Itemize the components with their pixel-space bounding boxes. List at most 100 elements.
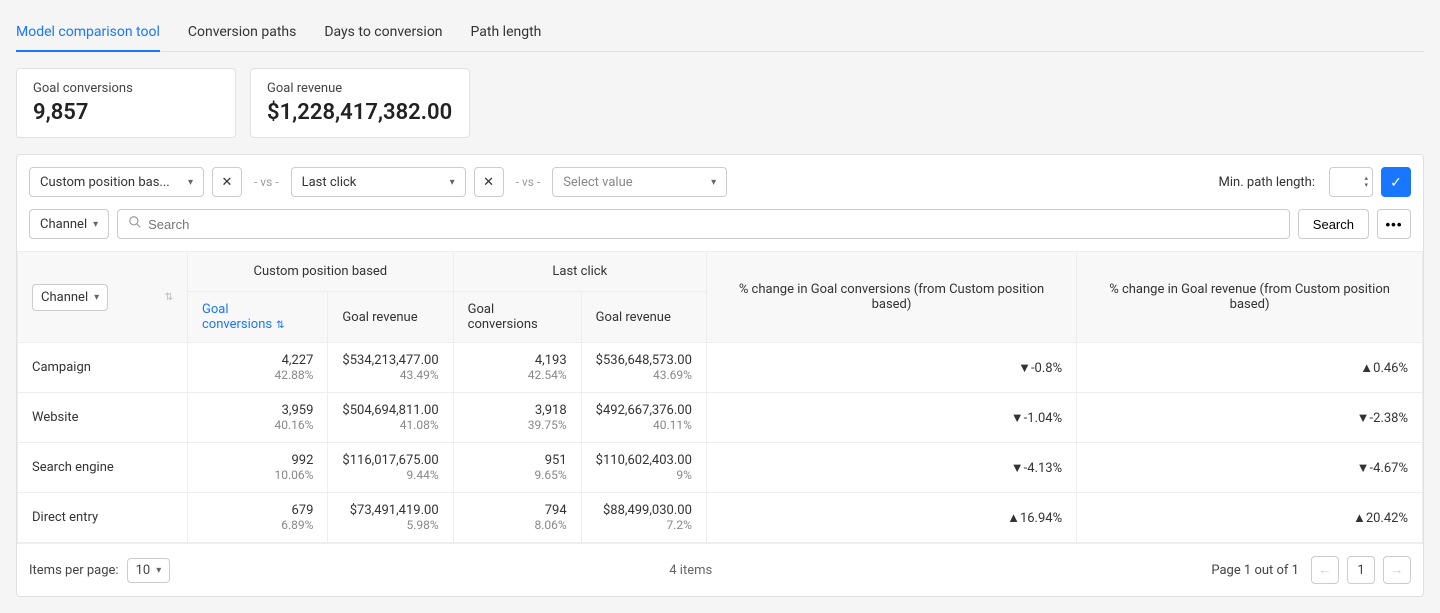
page-info: Page 1 out of 1 (1211, 563, 1299, 578)
tab-conversion-paths[interactable]: Conversion paths (188, 16, 297, 51)
cell-rev1: $504,694,811.0041.08% (328, 393, 453, 443)
items-per-page-value: 10 (136, 563, 151, 578)
column-channel-header: Channel ▾ ⇅ (18, 252, 188, 343)
column-change-conversions[interactable]: % change in Goal conversions (from Custo… (706, 252, 1076, 343)
kebab-icon: ••• (1386, 217, 1403, 232)
cell-conv2: 9519.65% (453, 443, 581, 493)
model3-select[interactable]: Select value ▾ (552, 167, 727, 197)
more-options-button[interactable]: ••• (1377, 209, 1411, 239)
card-label: Goal revenue (267, 81, 453, 96)
cell-rev2: $536,648,573.0043.69% (581, 343, 706, 393)
check-icon: ✓ (1390, 174, 1402, 191)
search-icon (128, 215, 142, 233)
channel-select-value: Channel (41, 290, 88, 305)
chevron-down-icon: ▾ (450, 177, 455, 188)
cell-rev1: $116,017,675.009.44% (328, 443, 453, 493)
next-page-button[interactable]: → (1383, 556, 1411, 584)
apply-button[interactable]: ✓ (1381, 167, 1411, 197)
prev-page-button[interactable]: ← (1311, 556, 1339, 584)
cell-change-conv: ▲16.94% (706, 493, 1076, 543)
clear-model1-button[interactable]: ✕ (212, 167, 242, 197)
cell-rev1: $534,213,477.0043.49% (328, 343, 453, 393)
cell-rev2: $492,667,376.0040.11% (581, 393, 706, 443)
card-value: $1,228,417,382.00 (267, 100, 453, 125)
column-revenue-1[interactable]: Goal revenue (328, 292, 453, 343)
vs-label: - vs - (512, 175, 545, 189)
cell-conv1: 4,22742.88% (188, 343, 328, 393)
min-path-input[interactable]: ▴▾ (1329, 167, 1373, 197)
tab-model-comparison[interactable]: Model comparison tool (16, 16, 160, 52)
card-goal-revenue: Goal revenue $1,228,417,382.00 (250, 68, 470, 138)
table-row: Campaign4,22742.88%$534,213,477.0043.49%… (18, 343, 1423, 393)
cell-change-conv: ▼-4.13% (706, 443, 1076, 493)
cell-change-rev: ▲0.46% (1077, 343, 1423, 393)
cell-channel: Search engine (18, 443, 188, 493)
cell-rev1: $73,491,419.005.98% (328, 493, 453, 543)
items-per-page-label: Items per page: (29, 563, 119, 578)
clear-model2-button[interactable]: ✕ (474, 167, 504, 197)
model2-value: Last click (302, 175, 357, 190)
cell-conv1: 6796.89% (188, 493, 328, 543)
table-row: Website3,95940.16%$504,694,811.0041.08%3… (18, 393, 1423, 443)
column-revenue-2[interactable]: Goal revenue (581, 292, 706, 343)
cell-change-rev: ▼-2.38% (1077, 393, 1423, 443)
cell-conv2: 4,19342.54% (453, 343, 581, 393)
cell-rev2: $88,499,030.007.2% (581, 493, 706, 543)
model-filter-bar: Custom position bas... ▾ ✕ - vs - Last c… (17, 167, 1423, 209)
chevron-down-icon: ▾ (93, 219, 98, 230)
close-icon: ✕ (222, 175, 233, 190)
arrow-right-icon: → (1391, 562, 1404, 578)
data-table: Channel ▾ ⇅ Custom position based Last c… (17, 251, 1423, 543)
card-label: Goal conversions (33, 81, 219, 96)
model1-value: Custom position bas... (40, 175, 170, 190)
search-bar: Channel ▾ Search ••• (17, 209, 1423, 251)
close-icon: ✕ (483, 175, 494, 190)
card-goal-conversions: Goal conversions 9,857 (16, 68, 236, 138)
main-panel: Custom position bas... ▾ ✕ - vs - Last c… (16, 154, 1424, 597)
tab-days-to-conversion[interactable]: Days to conversion (324, 16, 442, 51)
column-change-revenue[interactable]: % change in Goal revenue (from Custom po… (1077, 252, 1423, 343)
model2-select[interactable]: Last click ▾ (291, 167, 466, 197)
cell-conv2: 7948.06% (453, 493, 581, 543)
table-row: Search engine99210.06%$116,017,675.009.4… (18, 443, 1423, 493)
cell-conv2: 3,91839.75% (453, 393, 581, 443)
vs-label: - vs - (250, 175, 283, 189)
model1-select[interactable]: Custom position bas... ▾ (29, 167, 204, 197)
model3-placeholder: Select value (563, 175, 632, 190)
cell-rev2: $110,602,403.009% (581, 443, 706, 493)
chevron-down-icon: ▾ (711, 177, 716, 188)
cell-change-conv: ▼-1.04% (706, 393, 1076, 443)
cell-change-rev: ▲20.42% (1077, 493, 1423, 543)
column-conversions-2[interactable]: Goal conversions (453, 292, 581, 343)
page-input[interactable]: 1 (1347, 556, 1375, 584)
channel-select[interactable]: Channel ▾ (32, 284, 108, 311)
cell-conv1: 3,95940.16% (188, 393, 328, 443)
cell-channel: Website (18, 393, 188, 443)
card-value: 9,857 (33, 100, 219, 125)
search-input-wrapper[interactable] (117, 209, 1290, 239)
cell-change-rev: ▼-4.67% (1077, 443, 1423, 493)
arrow-left-icon: ← (1319, 562, 1332, 578)
groupby-select[interactable]: Channel ▾ (29, 209, 109, 239)
search-input[interactable] (148, 217, 1279, 232)
sort-icon[interactable]: ⇅ (165, 292, 173, 303)
chevron-down-icon: ▾ (156, 565, 161, 576)
column-conversions-1[interactable]: Goal conversions⇅ (188, 292, 328, 343)
cell-conv1: 99210.06% (188, 443, 328, 493)
summary-cards: Goal conversions 9,857 Goal revenue $1,2… (16, 68, 1424, 138)
chevron-down-icon: ▾ (94, 292, 99, 303)
sort-down-icon: ⇅ (276, 320, 284, 331)
search-button[interactable]: Search (1298, 209, 1369, 239)
tab-path-length[interactable]: Path length (471, 16, 542, 51)
group-header-model1: Custom position based (188, 252, 454, 292)
cell-channel: Direct entry (18, 493, 188, 543)
items-per-page-select[interactable]: 10 ▾ (127, 558, 171, 583)
groupby-value: Channel (40, 217, 87, 232)
chevron-down-icon: ▾ (188, 177, 193, 188)
group-header-model2: Last click (453, 252, 706, 292)
item-count: 4 items (170, 563, 1211, 578)
pagination: Items per page: 10 ▾ 4 items Page 1 out … (17, 543, 1423, 596)
stepper-icon: ▴▾ (1364, 175, 1368, 189)
cell-channel: Campaign (18, 343, 188, 393)
tabs: Model comparison tool Conversion paths D… (16, 16, 1424, 52)
